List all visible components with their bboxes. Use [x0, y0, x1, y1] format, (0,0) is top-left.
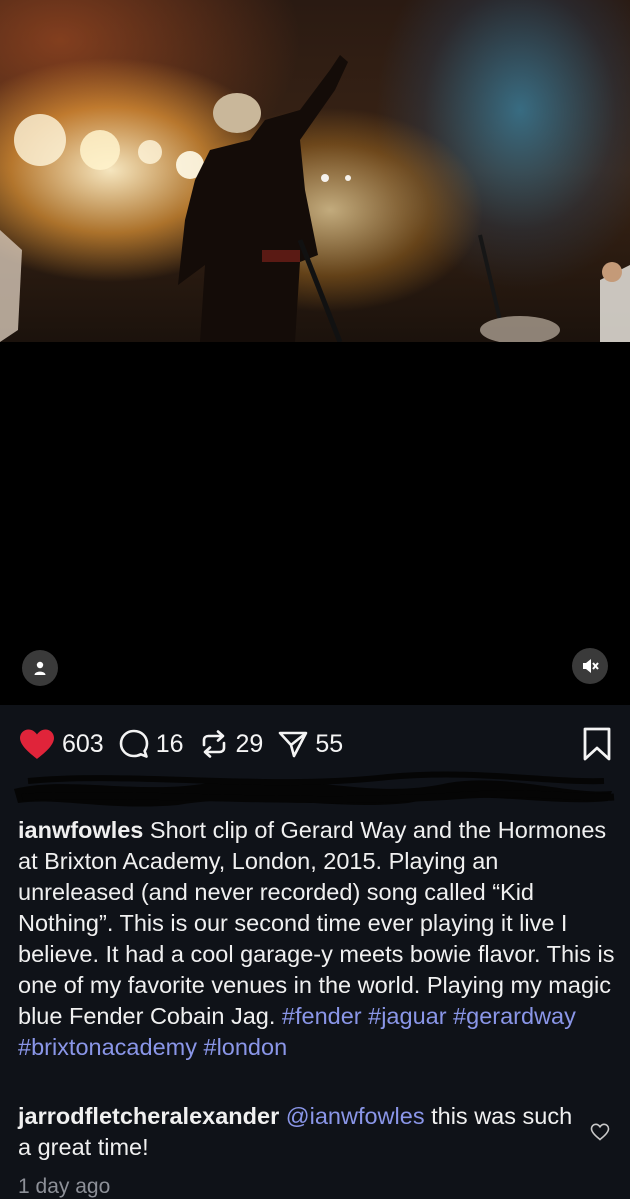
share-paper-plane-icon [279, 731, 308, 758]
performer-silhouettes [0, 55, 630, 342]
hashtag-brixtonacademy[interactable]: #brixtonacademy [18, 1034, 197, 1060]
repost-count: 29 [235, 729, 264, 758]
heart-outline-icon [590, 1123, 610, 1141]
save-button[interactable] [582, 727, 612, 766]
comment-like-button[interactable] [590, 1123, 610, 1146]
bookmark-icon [583, 727, 611, 761]
speaker-muted-icon [583, 659, 599, 673]
comment-button[interactable]: 16 [118, 728, 184, 760]
comment-mention[interactable]: @ianwfowles [286, 1103, 425, 1129]
repost-button[interactable]: 29 [198, 728, 264, 760]
caption-text: Short clip of Gerard Way and the Hormone… [18, 817, 615, 1029]
like-button[interactable]: 603 [18, 728, 104, 760]
comment-bubble-icon [119, 729, 149, 758]
post-media[interactable] [0, 0, 630, 705]
post-panel: 603 16 29 55 ianwfowles Short clip of Ge… [0, 705, 630, 1199]
hashtag-fender[interactable]: #fender [282, 1003, 362, 1029]
redaction-scribble [14, 771, 615, 807]
action-bar: 603 16 29 55 [18, 727, 612, 761]
repost-icon [202, 730, 225, 758]
share-button[interactable]: 55 [277, 728, 343, 760]
hashtag-gerardway[interactable]: #gerardway [453, 1003, 576, 1029]
hashtag-london[interactable]: #london [204, 1034, 288, 1060]
caption-username[interactable]: ianwfowles [18, 817, 143, 843]
share-count: 55 [315, 729, 344, 758]
post-caption: ianwfowles Short clip of Gerard Way and … [18, 815, 618, 1063]
user-tags-button[interactable] [22, 650, 58, 686]
comment-item: jarrodfletcheralexander @ianwfowles this… [18, 1101, 578, 1163]
comment-username[interactable]: jarrodfletcheralexander [18, 1103, 279, 1129]
user-icon [34, 661, 46, 675]
comment-count: 16 [155, 729, 184, 758]
heart-filled-icon [20, 729, 54, 759]
like-count: 603 [62, 729, 104, 758]
hashtag-jaguar[interactable]: #jaguar [368, 1003, 446, 1029]
post-timestamp: 1 day ago [18, 1175, 111, 1198]
mute-toggle-button[interactable] [572, 648, 608, 684]
